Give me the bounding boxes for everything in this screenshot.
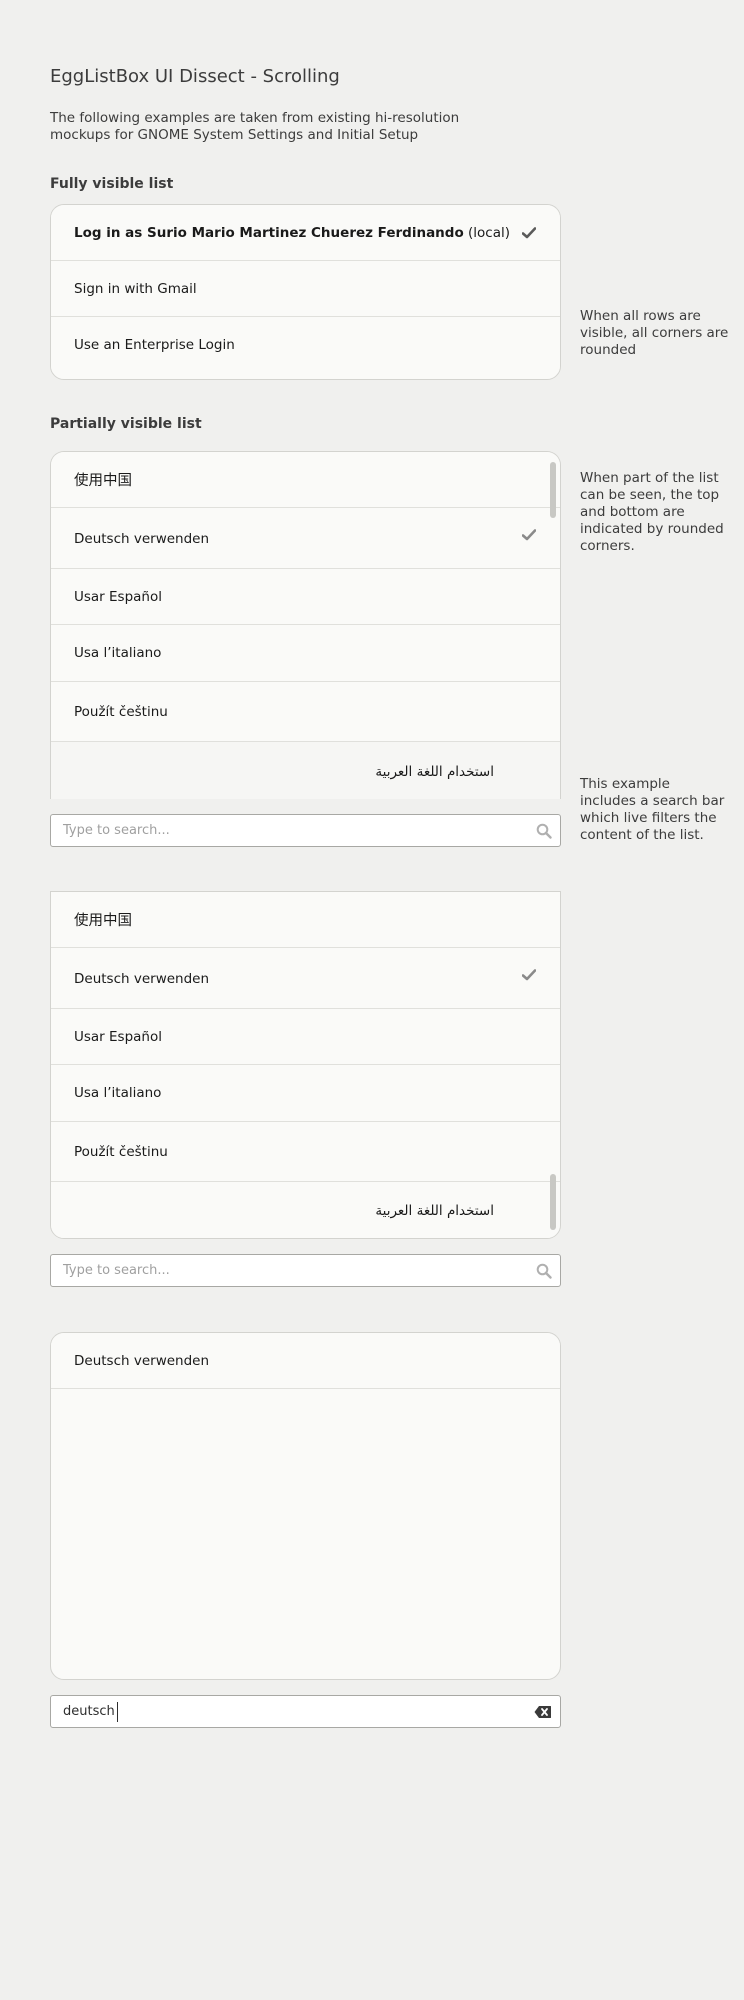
list-item-german[interactable]: Deutsch verwenden: [51, 509, 560, 569]
search-icon: [536, 1263, 552, 1279]
list-item-enterprise[interactable]: Use an Enterprise Login: [51, 317, 560, 373]
list-item-czech[interactable]: Použít češtinu: [51, 682, 560, 742]
search-placeholder: Type to search...: [63, 823, 170, 838]
search-input[interactable]: Type to search...: [50, 814, 561, 847]
list-item-arabic[interactable]: استخدام اللغة العربية: [51, 742, 560, 799]
text-caret: [116, 1701, 118, 1722]
chinese-label: 使用中国: [74, 913, 132, 929]
local-login-name: Log in as Surio Mario Martinez Chuerez F…: [74, 224, 464, 241]
list-item-german[interactable]: Deutsch verwenden: [51, 949, 560, 1009]
filtered-result-label: Deutsch verwenden: [74, 1352, 210, 1369]
page-intro: The following examples are taken from ex…: [50, 110, 460, 143]
czech-label: Použít češtinu: [74, 1143, 168, 1160]
italian-label: Usa l’italiano: [74, 1085, 162, 1101]
spanish-label: Usar Español: [74, 1028, 163, 1045]
list-item-local-login[interactable]: Log in as Surio Mario Martinez Chuerez F…: [51, 205, 560, 261]
search-value: deutsch: [63, 1704, 115, 1719]
arabic-label: استخدام اللغة العربية: [375, 1203, 494, 1219]
gmail-label: Sign in with Gmail: [74, 280, 197, 297]
clear-text-icon[interactable]: [534, 1705, 552, 1719]
search-note: This example includes a search bar which…: [580, 776, 725, 843]
fully-visible-note: When all rows are visible, all corners a…: [580, 308, 729, 358]
arabic-label: استخدام اللغة العربية: [375, 763, 494, 780]
scrollbar-thumb[interactable]: [550, 1174, 556, 1230]
scrollbar-thumb[interactable]: [550, 462, 556, 518]
german-label: Deutsch verwenden: [74, 970, 210, 987]
list-item-german[interactable]: Deutsch verwenden: [51, 1333, 560, 1389]
italian-label: Usa l’italiano: [74, 645, 162, 661]
list-item-gmail[interactable]: Sign in with Gmail: [51, 261, 560, 317]
german-label: Deutsch verwenden: [74, 530, 210, 547]
check-icon: [522, 528, 536, 540]
check-icon: [522, 226, 536, 238]
page-title: EggListBox UI Dissect - Scrolling: [50, 66, 340, 87]
fully-visible-list: Log in as Surio Mario Martinez Chuerez F…: [50, 204, 561, 380]
search-input[interactable]: Type to search...: [50, 1254, 561, 1287]
partial-list-bottom: 使用中国 Deutsch verwenden Usar Español Usa …: [50, 891, 561, 1239]
local-login-suffix: (local): [463, 224, 511, 241]
chinese-label: 使用中国: [74, 473, 132, 489]
partially-visible-heading: Partially visible list: [50, 416, 202, 432]
filtered-list: Deutsch verwenden: [50, 1332, 561, 1680]
list-item-arabic[interactable]: استخدام اللغة العربية: [51, 1182, 560, 1238]
czech-label: Použít češtinu: [74, 703, 168, 720]
search-icon: [536, 823, 552, 839]
list-item-italian[interactable]: Usa l’italiano: [51, 625, 560, 682]
list-item-spanish[interactable]: Usar Español: [51, 1009, 560, 1065]
search-input[interactable]: deutsch: [50, 1695, 561, 1728]
list-item-chinese[interactable]: 使用中国: [51, 892, 560, 948]
list-item-spanish[interactable]: Usar Español: [51, 569, 560, 625]
search-placeholder: Type to search...: [63, 1263, 170, 1278]
spanish-label: Usar Español: [74, 588, 163, 605]
enterprise-label: Use an Enterprise Login: [74, 337, 235, 353]
list-item-chinese[interactable]: 使用中国: [51, 452, 560, 508]
check-icon: [522, 968, 536, 980]
fully-visible-heading: Fully visible list: [50, 176, 174, 192]
list-item-czech[interactable]: Použít češtinu: [51, 1122, 560, 1182]
partially-visible-note: When part of the list can be seen, the t…: [580, 470, 724, 554]
list-item-italian[interactable]: Usa l’italiano: [51, 1065, 560, 1122]
partial-list-top: 使用中国 Deutsch verwenden Usar Español Usa …: [50, 451, 561, 799]
